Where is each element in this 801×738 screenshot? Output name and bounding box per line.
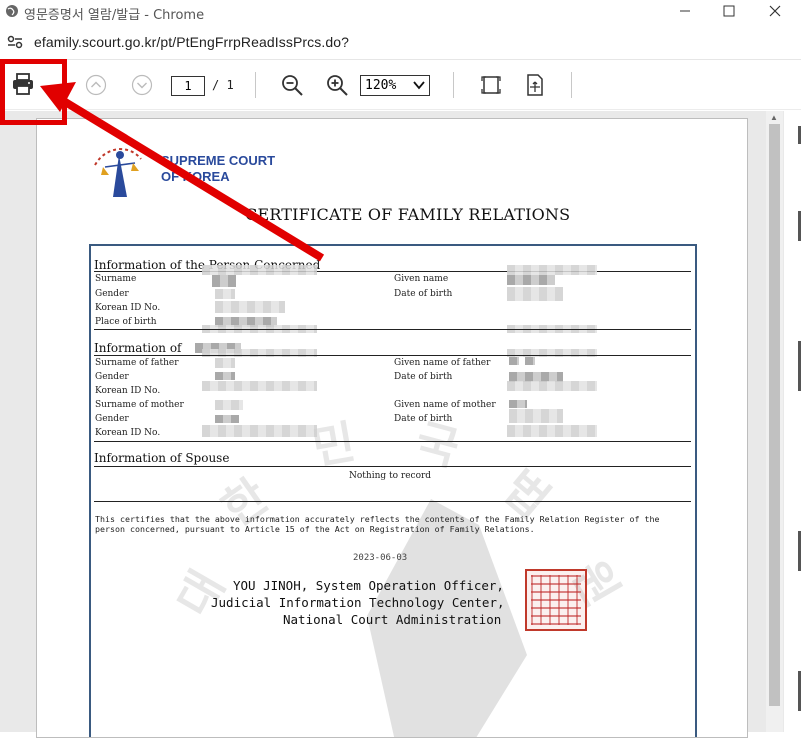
annotation-arrow-icon [40, 82, 325, 262]
